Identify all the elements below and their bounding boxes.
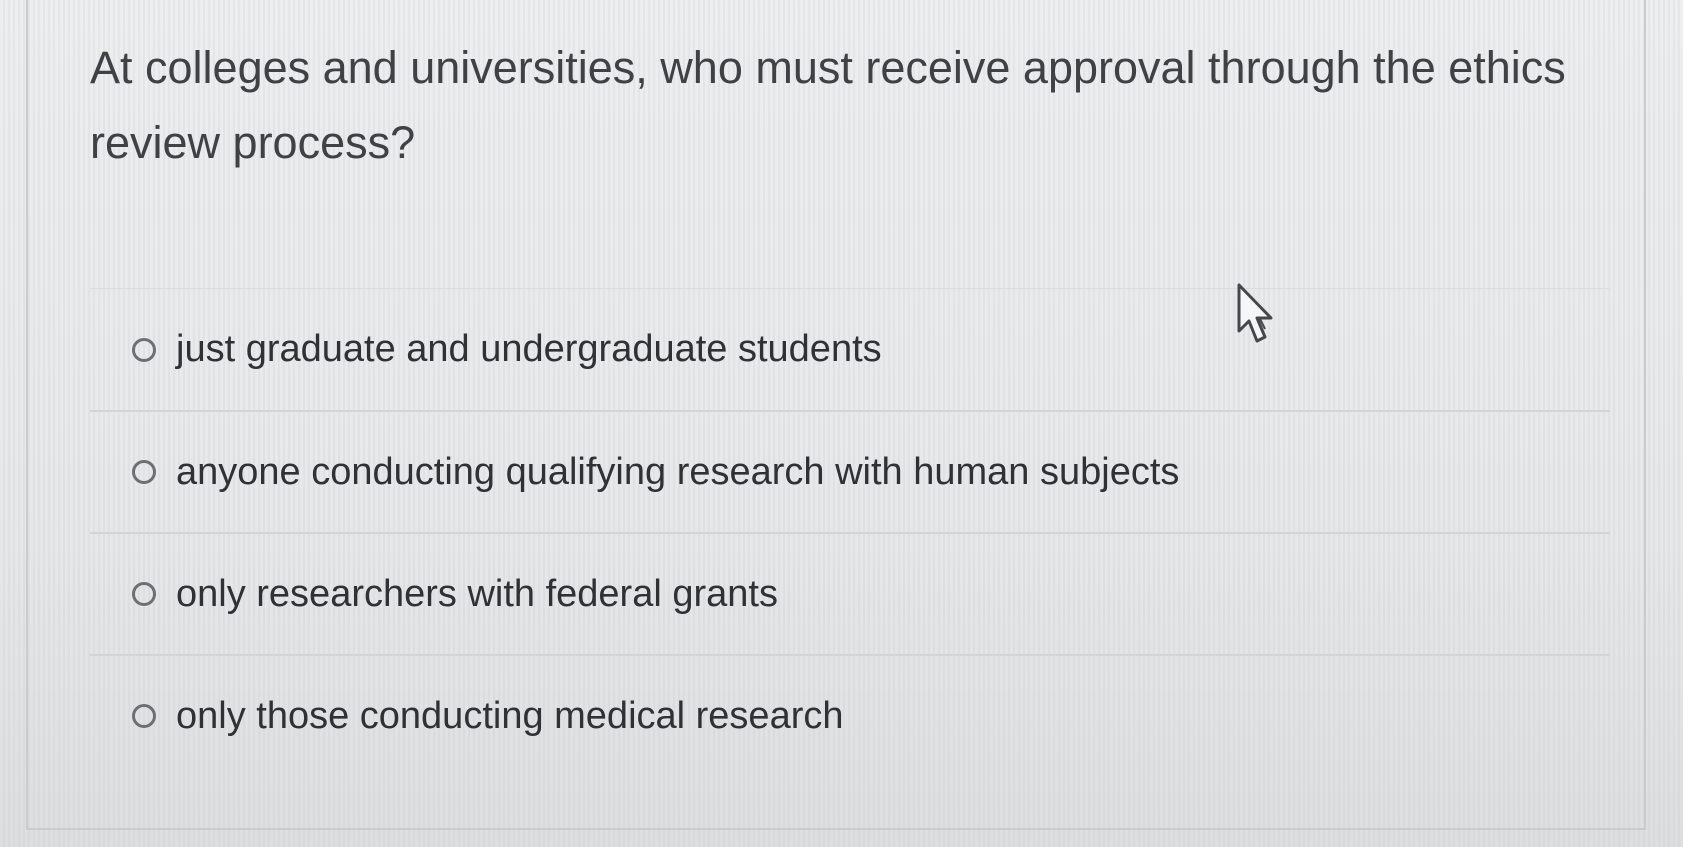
radio-button-4[interactable]: [132, 704, 156, 728]
question-text: At colleges and universities, who must r…: [90, 42, 1566, 168]
answer-option-1[interactable]: just graduate and undergraduate students: [90, 288, 1610, 410]
answer-label-3: only researchers with federal grants: [176, 572, 778, 615]
radio-button-2[interactable]: [132, 460, 156, 484]
answer-option-2[interactable]: anyone conducting qualifying research wi…: [90, 410, 1610, 532]
question-card: At colleges and universities, who must r…: [26, 0, 1646, 830]
answer-list: just graduate and undergraduate students…: [90, 288, 1610, 776]
answer-option-3[interactable]: only researchers with federal grants: [90, 532, 1610, 654]
answer-label-2: anyone conducting qualifying research wi…: [176, 450, 1180, 493]
radio-button-1[interactable]: [132, 337, 156, 362]
answer-option-4[interactable]: only those conducting medical research: [90, 654, 1610, 776]
radio-button-3[interactable]: [132, 582, 156, 606]
hand-pointer-icon: [1237, 283, 1273, 343]
answer-label-4: only those conducting medical research: [176, 694, 844, 737]
quiz-screen: At colleges and universities, who must r…: [0, 0, 1683, 847]
answer-label-1: just graduate and undergraduate students: [176, 328, 882, 370]
